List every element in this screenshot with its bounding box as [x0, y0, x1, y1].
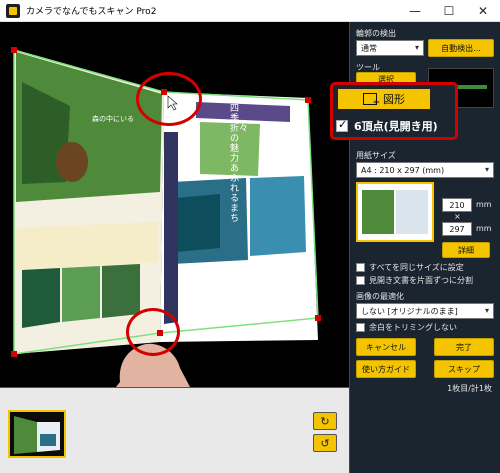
cancel-button[interactable]: キャンセル [356, 338, 416, 356]
detail-button[interactable]: 詳細 [442, 242, 490, 258]
paper-preview [356, 182, 434, 242]
times-sign: × [454, 212, 461, 221]
edge-detect-value: 通常 [361, 43, 377, 53]
checkbox-box [356, 263, 365, 272]
chevron-down-icon: ▾ [414, 43, 419, 52]
vertex-handle-top-left[interactable] [11, 47, 17, 53]
height-input[interactable]: 297 [442, 222, 472, 236]
thumbnail-strip: ↻ ↺ [0, 387, 349, 473]
optimize-value: しない [オリジナルのまま] [361, 306, 458, 316]
window-title: カメラでなんでもスキャン Pro2 [26, 7, 157, 17]
checkbox-checked [336, 118, 348, 132]
paper-size-value: A4 : 210 x 297 (mm) [361, 165, 445, 175]
same-size-checkbox[interactable]: すべてを同じサイズに設定 [356, 262, 464, 273]
six-vertex-checkbox[interactable]: 6頂点(見開き用) [336, 118, 438, 134]
maximize-button[interactable]: ☐ [432, 0, 466, 22]
minimize-button[interactable]: — [398, 0, 432, 22]
highlight-circle-bottom [126, 308, 180, 356]
shape-icon: + [363, 93, 380, 108]
page-count: 1枚目/計1枚 [447, 384, 492, 393]
vertex-handle-top-right[interactable] [305, 97, 311, 103]
trim-checkbox[interactable]: 余白をトリミングしない [356, 322, 457, 333]
paper-size-select[interactable]: A4 : 210 x 297 (mm) ▾ [356, 162, 494, 178]
book-left-title: 森の中にいる [92, 115, 134, 123]
shape-tool-button[interactable]: + 図形 [336, 87, 432, 111]
six-vertex-label: 6頂点(見開き用) [354, 120, 438, 133]
skip-button[interactable]: スキップ [434, 360, 494, 378]
vertex-handle-bottom-right[interactable] [315, 315, 321, 321]
page-thumbnail[interactable] [8, 410, 66, 458]
optimize-label: 画像の最適化 [356, 292, 404, 301]
book-right-title: 四季折々の魅力あふれるまち [230, 104, 249, 224]
rotate-right-button[interactable]: ↻ [313, 412, 337, 430]
app-icon [6, 3, 20, 18]
same-size-label: すべてを同じサイズに設定 [369, 263, 464, 272]
shape-tool-label: 図形 [383, 93, 405, 106]
auto-detect-button[interactable]: 自動検出... [428, 39, 494, 57]
vertex-handle-bottom-left[interactable] [11, 351, 17, 357]
split-checkbox[interactable]: 見開き文書を片面ずつに分割 [356, 275, 473, 286]
paper-size-label: 用紙サイズ [356, 151, 396, 160]
rotate-left-button[interactable]: ↺ [313, 434, 337, 452]
title-bar: カメラでなんでもスキャン Pro2 — ☐ ✕ [0, 0, 500, 22]
done-button[interactable]: 完了 [434, 338, 494, 356]
width-unit: mm [476, 200, 492, 209]
height-unit: mm [476, 224, 492, 233]
width-input[interactable]: 210 [442, 198, 472, 212]
optimize-select[interactable]: しない [オリジナルのまま] ▾ [356, 303, 494, 319]
checkbox-box [356, 323, 365, 332]
guide-button[interactable]: 使い方ガイド [356, 360, 416, 378]
checkbox-box [356, 276, 365, 285]
edge-detect-select[interactable]: 通常 ▾ [356, 40, 424, 56]
edge-detect-label: 輪郭の検出 [356, 29, 396, 38]
close-button[interactable]: ✕ [466, 0, 500, 22]
window-controls: — ☐ ✕ [398, 0, 500, 22]
chevron-down-icon: ▾ [484, 306, 489, 315]
split-label: 見開き文書を片面ずつに分割 [369, 276, 473, 285]
highlight-circle-top [136, 72, 202, 126]
chevron-down-icon: ▾ [484, 165, 489, 174]
trim-label: 余白をトリミングしない [369, 323, 457, 332]
